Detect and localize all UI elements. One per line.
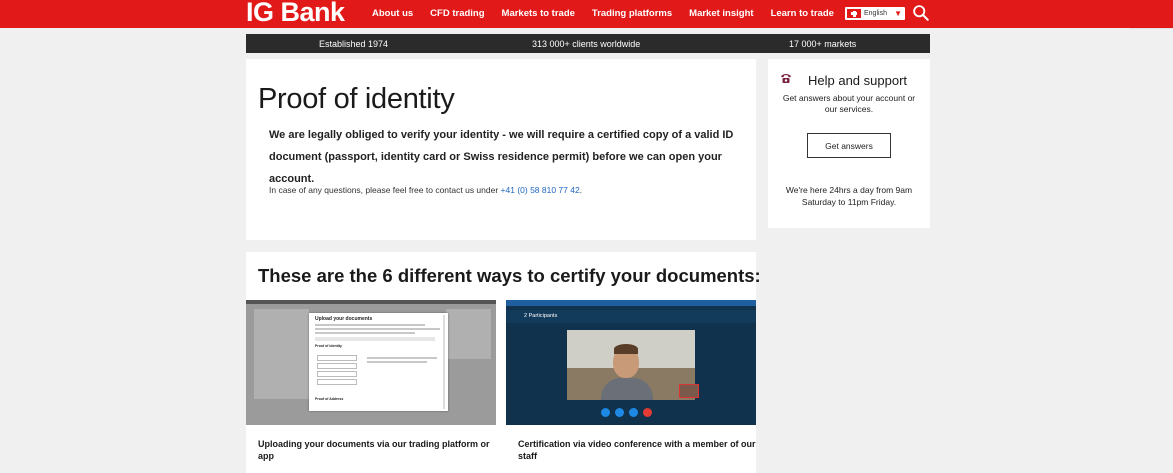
upload-documents-thumbnail[interactable]: Upload your documents Proof of identity … [246, 300, 496, 425]
main-nav: About us CFD trading Markets to trade Tr… [372, 8, 851, 19]
nav-markets-to-trade[interactable]: Markets to trade [502, 8, 575, 19]
modal-option-row [317, 363, 357, 369]
clients-text: 313 000+ clients worldwide [532, 39, 641, 49]
hang-up-icon [643, 408, 652, 417]
page-title: Proof of identity [258, 83, 455, 115]
nav-trading-platforms[interactable]: Trading platforms [592, 8, 672, 19]
modal-option-row [317, 355, 357, 361]
modal-text-line [367, 357, 437, 359]
platform-panel [254, 309, 309, 399]
platform-panel [446, 309, 491, 359]
modal-text-line [315, 328, 440, 330]
contact-prefix: In case of any questions, please feel fr… [269, 185, 501, 195]
modal-scrollbar [443, 315, 445, 409]
divider [1130, 28, 1173, 29]
video-app-topbar [506, 300, 756, 306]
established-text: Established 1974 [319, 39, 389, 49]
contact-text: In case of any questions, please feel fr… [269, 185, 582, 195]
swiss-flag-icon [847, 9, 861, 18]
participants-label: 2 Participants [524, 313, 558, 319]
modal-section-address: Proof of Address [315, 397, 344, 401]
top-navigation: IG Bank About us CFD trading Markets to … [0, 0, 1173, 28]
nav-about-us[interactable]: About us [372, 8, 413, 19]
chevron-down-icon: ▼ [894, 9, 902, 18]
modal-text-line [367, 361, 427, 363]
modal-text-line [315, 332, 415, 334]
self-view-pip [679, 384, 699, 398]
upload-modal: Upload your documents Proof of identity … [309, 313, 448, 411]
modal-text-line [315, 324, 425, 326]
microphone-icon [615, 408, 624, 417]
help-title: Help and support [808, 73, 908, 88]
info-bar: Established 1974 313 000+ clients worldw… [246, 34, 930, 53]
video-conference-thumbnail[interactable]: 2 Participants [506, 300, 756, 425]
upload-caption[interactable]: Uploading your documents via our trading… [258, 438, 498, 462]
nav-cfd-trading[interactable]: CFD trading [430, 8, 484, 19]
video-caption[interactable]: Certification via video conference with … [518, 438, 758, 462]
get-answers-button[interactable]: Get answers [807, 133, 891, 158]
help-hours: We're here 24hrs a day from 9am Saturday… [785, 185, 913, 207]
camera-icon [601, 408, 610, 417]
modal-section-identity: Proof of identity [315, 344, 342, 348]
platform-topbar [246, 300, 496, 304]
markets-text: 17 000+ markets [789, 39, 857, 49]
certification-ways-card: These are the 6 different ways to certif… [246, 252, 761, 473]
lead-text: We are legally obliged to verify your id… [269, 129, 734, 185]
modal-title: Upload your documents [315, 316, 373, 322]
nav-market-insight[interactable]: Market insight [689, 8, 753, 19]
modal-option-row [317, 379, 357, 385]
modal-option-row [317, 371, 357, 377]
search-icon[interactable] [912, 4, 929, 21]
proof-of-identity-card: Proof of identity We are legally obliged… [246, 59, 756, 240]
person-shirt [601, 378, 653, 400]
chat-icon [629, 408, 638, 417]
help-and-support-card: Help and support Get answers about your … [768, 59, 930, 228]
call-controls [601, 408, 657, 417]
ways-title: These are the 6 different ways to certif… [258, 265, 761, 286]
language-selector[interactable]: English ▼ [845, 7, 905, 20]
modal-notice [315, 337, 435, 341]
language-label: English [864, 10, 887, 17]
contact-suffix: . [579, 185, 583, 195]
help-description: Get answers about your account or our se… [782, 93, 916, 114]
nav-learn-to-trade[interactable]: Learn to trade [771, 8, 834, 19]
ig-bank-logo[interactable]: IG Bank [246, 0, 345, 28]
phone-link[interactable]: +41 (0) 58 810 77 42 [501, 185, 580, 195]
phone-icon [781, 74, 791, 83]
video-feed [567, 330, 695, 400]
person-hair [614, 344, 638, 354]
